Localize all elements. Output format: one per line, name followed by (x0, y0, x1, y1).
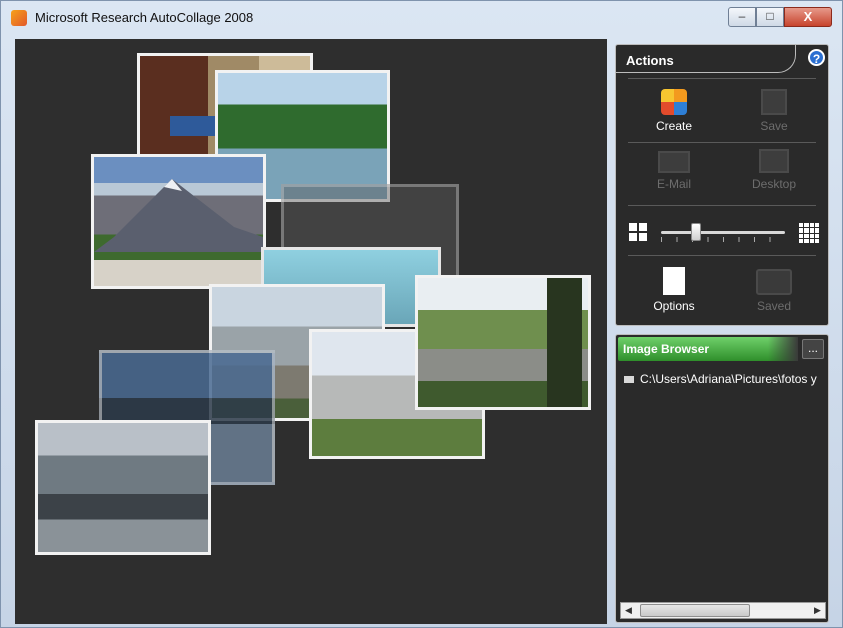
actions-tab[interactable]: Actions (616, 45, 796, 73)
image-browser-panel: Image Browser ... C:\Users\Adriana\Pictu… (615, 334, 829, 623)
scroll-thumb[interactable] (640, 604, 750, 617)
saved-label: Saved (756, 299, 792, 313)
close-button[interactable]: X (784, 7, 832, 27)
image-browser-header: Image Browser (618, 337, 798, 361)
autocollage-app-icon (11, 10, 27, 26)
desktop-label: Desktop (751, 177, 797, 191)
email-icon (658, 151, 690, 173)
collage-photo-park-path (415, 275, 591, 410)
saved-folder-icon (756, 269, 792, 295)
collage-photo-glacier-river (35, 420, 211, 555)
scroll-right-arrow-icon[interactable]: ▶ (810, 603, 825, 618)
image-browser-title: Image Browser (623, 342, 710, 356)
desktop-button[interactable]: Desktop (734, 149, 814, 191)
options-label: Options (653, 299, 695, 313)
slider-thumb[interactable] (690, 223, 701, 241)
actions-panel: Actions ? Create Save E-Mail Desktop Opt… (615, 44, 829, 326)
save-label: Save (760, 119, 788, 133)
save-icon (761, 89, 787, 115)
slider-ticks (661, 237, 785, 242)
email-label: E-Mail (656, 177, 691, 191)
few-images-icon (629, 223, 647, 241)
options-button[interactable]: Options (634, 267, 714, 313)
minimize-icon: – (738, 9, 746, 23)
saved-button[interactable]: Saved (734, 269, 814, 313)
create-button[interactable]: Create (634, 89, 714, 133)
help-icon[interactable]: ? (808, 49, 825, 66)
create-icon (661, 89, 687, 115)
options-icon (663, 267, 685, 295)
mountain-shape (94, 179, 263, 252)
minimize-button[interactable]: – (728, 7, 756, 27)
divider (628, 78, 816, 79)
email-button[interactable]: E-Mail (634, 151, 714, 191)
horizontal-scrollbar[interactable]: ◀ ▶ (620, 602, 826, 619)
create-label: Create (655, 119, 693, 133)
image-count-slider[interactable] (661, 231, 785, 234)
maximize-button[interactable]: □ (756, 7, 784, 27)
desktop-icon (759, 149, 789, 173)
maximize-icon: □ (766, 9, 774, 23)
save-button[interactable]: Save (734, 89, 814, 133)
window-title: Microsoft Research AutoCollage 2008 (35, 10, 254, 25)
scroll-left-arrow-icon[interactable]: ◀ (621, 603, 636, 618)
browse-more-button[interactable]: ... (802, 339, 824, 359)
title-bar: Microsoft Research AutoCollage 2008 – □ … (1, 1, 842, 33)
close-icon: X (803, 9, 813, 24)
park-tree (547, 278, 582, 407)
divider (628, 205, 816, 206)
collage-canvas[interactable] (15, 39, 607, 624)
collage-photo-mountain (91, 154, 266, 289)
folder-path-item[interactable]: C:\Users\Adriana\Pictures\fotos y (624, 372, 824, 390)
folder-path-label: C:\Users\Adriana\Pictures\fotos y (640, 372, 817, 386)
folder-icon (624, 376, 634, 384)
app-window: Microsoft Research AutoCollage 2008 – □ … (0, 0, 843, 628)
divider (628, 255, 816, 256)
many-images-icon (799, 223, 819, 243)
divider (628, 142, 816, 143)
